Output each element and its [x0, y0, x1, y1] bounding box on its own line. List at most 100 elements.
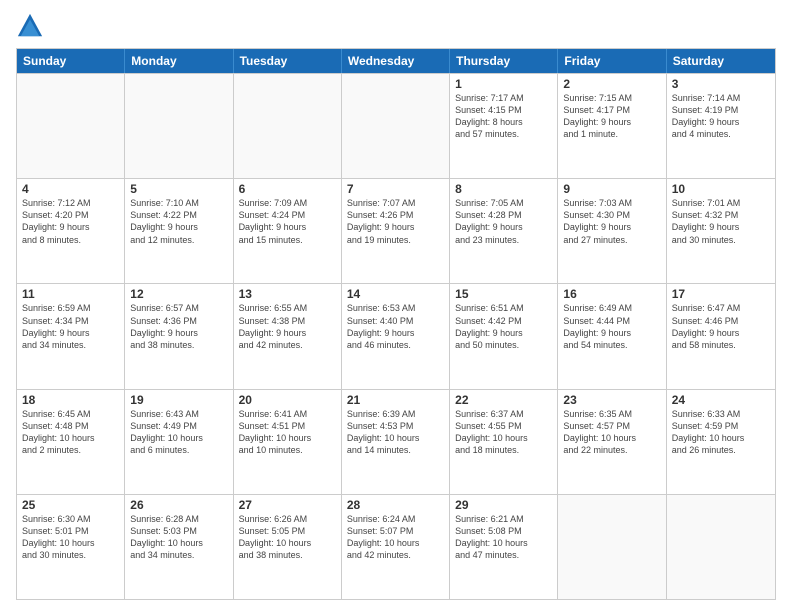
calendar-cell: 5Sunrise: 7:10 AM Sunset: 4:22 PM Daylig… [125, 179, 233, 283]
day-number: 29 [455, 498, 552, 512]
calendar-cell: 18Sunrise: 6:45 AM Sunset: 4:48 PM Dayli… [17, 390, 125, 494]
cell-info: Sunrise: 6:26 AM Sunset: 5:05 PM Dayligh… [239, 513, 336, 562]
day-number: 24 [672, 393, 770, 407]
calendar-cell: 22Sunrise: 6:37 AM Sunset: 4:55 PM Dayli… [450, 390, 558, 494]
day-number: 3 [672, 77, 770, 91]
day-number: 22 [455, 393, 552, 407]
calendar-header-cell: Thursday [450, 49, 558, 73]
calendar-cell: 3Sunrise: 7:14 AM Sunset: 4:19 PM Daylig… [667, 74, 775, 178]
cell-info: Sunrise: 7:12 AM Sunset: 4:20 PM Dayligh… [22, 197, 119, 246]
cell-info: Sunrise: 6:47 AM Sunset: 4:46 PM Dayligh… [672, 302, 770, 351]
calendar-cell: 11Sunrise: 6:59 AM Sunset: 4:34 PM Dayli… [17, 284, 125, 388]
cell-info: Sunrise: 6:55 AM Sunset: 4:38 PM Dayligh… [239, 302, 336, 351]
calendar-header-cell: Wednesday [342, 49, 450, 73]
calendar-cell: 2Sunrise: 7:15 AM Sunset: 4:17 PM Daylig… [558, 74, 666, 178]
calendar-cell: 23Sunrise: 6:35 AM Sunset: 4:57 PM Dayli… [558, 390, 666, 494]
calendar-cell: 17Sunrise: 6:47 AM Sunset: 4:46 PM Dayli… [667, 284, 775, 388]
day-number: 21 [347, 393, 444, 407]
day-number: 6 [239, 182, 336, 196]
calendar-week-row: 4Sunrise: 7:12 AM Sunset: 4:20 PM Daylig… [17, 178, 775, 283]
day-number: 1 [455, 77, 552, 91]
calendar-cell: 15Sunrise: 6:51 AM Sunset: 4:42 PM Dayli… [450, 284, 558, 388]
day-number: 18 [22, 393, 119, 407]
cell-info: Sunrise: 6:35 AM Sunset: 4:57 PM Dayligh… [563, 408, 660, 457]
calendar-cell: 1Sunrise: 7:17 AM Sunset: 4:15 PM Daylig… [450, 74, 558, 178]
calendar-cell [234, 74, 342, 178]
day-number: 20 [239, 393, 336, 407]
day-number: 27 [239, 498, 336, 512]
calendar-cell: 20Sunrise: 6:41 AM Sunset: 4:51 PM Dayli… [234, 390, 342, 494]
calendar-cell: 10Sunrise: 7:01 AM Sunset: 4:32 PM Dayli… [667, 179, 775, 283]
cell-info: Sunrise: 6:24 AM Sunset: 5:07 PM Dayligh… [347, 513, 444, 562]
cell-info: Sunrise: 7:17 AM Sunset: 4:15 PM Dayligh… [455, 92, 552, 141]
calendar-body: 1Sunrise: 7:17 AM Sunset: 4:15 PM Daylig… [17, 73, 775, 599]
calendar-cell [667, 495, 775, 599]
cell-info: Sunrise: 6:59 AM Sunset: 4:34 PM Dayligh… [22, 302, 119, 351]
calendar-week-row: 18Sunrise: 6:45 AM Sunset: 4:48 PM Dayli… [17, 389, 775, 494]
calendar-week-row: 25Sunrise: 6:30 AM Sunset: 5:01 PM Dayli… [17, 494, 775, 599]
calendar-cell: 26Sunrise: 6:28 AM Sunset: 5:03 PM Dayli… [125, 495, 233, 599]
calendar-header-cell: Tuesday [234, 49, 342, 73]
calendar-cell: 12Sunrise: 6:57 AM Sunset: 4:36 PM Dayli… [125, 284, 233, 388]
cell-info: Sunrise: 6:30 AM Sunset: 5:01 PM Dayligh… [22, 513, 119, 562]
calendar-cell [125, 74, 233, 178]
cell-info: Sunrise: 6:45 AM Sunset: 4:48 PM Dayligh… [22, 408, 119, 457]
logo [16, 12, 48, 40]
cell-info: Sunrise: 6:41 AM Sunset: 4:51 PM Dayligh… [239, 408, 336, 457]
calendar-cell: 27Sunrise: 6:26 AM Sunset: 5:05 PM Dayli… [234, 495, 342, 599]
cell-info: Sunrise: 7:05 AM Sunset: 4:28 PM Dayligh… [455, 197, 552, 246]
cell-info: Sunrise: 6:49 AM Sunset: 4:44 PM Dayligh… [563, 302, 660, 351]
calendar-cell: 19Sunrise: 6:43 AM Sunset: 4:49 PM Dayli… [125, 390, 233, 494]
day-number: 10 [672, 182, 770, 196]
cell-info: Sunrise: 6:51 AM Sunset: 4:42 PM Dayligh… [455, 302, 552, 351]
calendar-cell: 28Sunrise: 6:24 AM Sunset: 5:07 PM Dayli… [342, 495, 450, 599]
cell-info: Sunrise: 7:15 AM Sunset: 4:17 PM Dayligh… [563, 92, 660, 141]
day-number: 8 [455, 182, 552, 196]
calendar-cell: 4Sunrise: 7:12 AM Sunset: 4:20 PM Daylig… [17, 179, 125, 283]
calendar-header-row: SundayMondayTuesdayWednesdayThursdayFrid… [17, 49, 775, 73]
calendar-cell [17, 74, 125, 178]
cell-info: Sunrise: 6:39 AM Sunset: 4:53 PM Dayligh… [347, 408, 444, 457]
calendar-cell: 14Sunrise: 6:53 AM Sunset: 4:40 PM Dayli… [342, 284, 450, 388]
cell-info: Sunrise: 6:53 AM Sunset: 4:40 PM Dayligh… [347, 302, 444, 351]
header [16, 12, 776, 40]
calendar-cell: 25Sunrise: 6:30 AM Sunset: 5:01 PM Dayli… [17, 495, 125, 599]
day-number: 13 [239, 287, 336, 301]
day-number: 28 [347, 498, 444, 512]
cell-info: Sunrise: 6:37 AM Sunset: 4:55 PM Dayligh… [455, 408, 552, 457]
day-number: 17 [672, 287, 770, 301]
calendar-cell: 7Sunrise: 7:07 AM Sunset: 4:26 PM Daylig… [342, 179, 450, 283]
day-number: 12 [130, 287, 227, 301]
cell-info: Sunrise: 7:03 AM Sunset: 4:30 PM Dayligh… [563, 197, 660, 246]
calendar-cell [558, 495, 666, 599]
cell-info: Sunrise: 6:57 AM Sunset: 4:36 PM Dayligh… [130, 302, 227, 351]
calendar-cell [342, 74, 450, 178]
day-number: 9 [563, 182, 660, 196]
day-number: 2 [563, 77, 660, 91]
day-number: 25 [22, 498, 119, 512]
calendar-cell: 21Sunrise: 6:39 AM Sunset: 4:53 PM Dayli… [342, 390, 450, 494]
calendar-header-cell: Friday [558, 49, 666, 73]
calendar-cell: 13Sunrise: 6:55 AM Sunset: 4:38 PM Dayli… [234, 284, 342, 388]
calendar-header-cell: Monday [125, 49, 233, 73]
calendar-cell: 9Sunrise: 7:03 AM Sunset: 4:30 PM Daylig… [558, 179, 666, 283]
calendar-cell: 29Sunrise: 6:21 AM Sunset: 5:08 PM Dayli… [450, 495, 558, 599]
cell-info: Sunrise: 7:09 AM Sunset: 4:24 PM Dayligh… [239, 197, 336, 246]
day-number: 7 [347, 182, 444, 196]
cell-info: Sunrise: 7:01 AM Sunset: 4:32 PM Dayligh… [672, 197, 770, 246]
day-number: 4 [22, 182, 119, 196]
cell-info: Sunrise: 7:14 AM Sunset: 4:19 PM Dayligh… [672, 92, 770, 141]
cell-info: Sunrise: 6:28 AM Sunset: 5:03 PM Dayligh… [130, 513, 227, 562]
calendar-cell: 16Sunrise: 6:49 AM Sunset: 4:44 PM Dayli… [558, 284, 666, 388]
cell-info: Sunrise: 6:43 AM Sunset: 4:49 PM Dayligh… [130, 408, 227, 457]
cell-info: Sunrise: 6:33 AM Sunset: 4:59 PM Dayligh… [672, 408, 770, 457]
day-number: 16 [563, 287, 660, 301]
calendar-header-cell: Saturday [667, 49, 775, 73]
cell-info: Sunrise: 7:10 AM Sunset: 4:22 PM Dayligh… [130, 197, 227, 246]
cell-info: Sunrise: 6:21 AM Sunset: 5:08 PM Dayligh… [455, 513, 552, 562]
calendar-header-cell: Sunday [17, 49, 125, 73]
day-number: 11 [22, 287, 119, 301]
cell-info: Sunrise: 7:07 AM Sunset: 4:26 PM Dayligh… [347, 197, 444, 246]
day-number: 23 [563, 393, 660, 407]
day-number: 15 [455, 287, 552, 301]
